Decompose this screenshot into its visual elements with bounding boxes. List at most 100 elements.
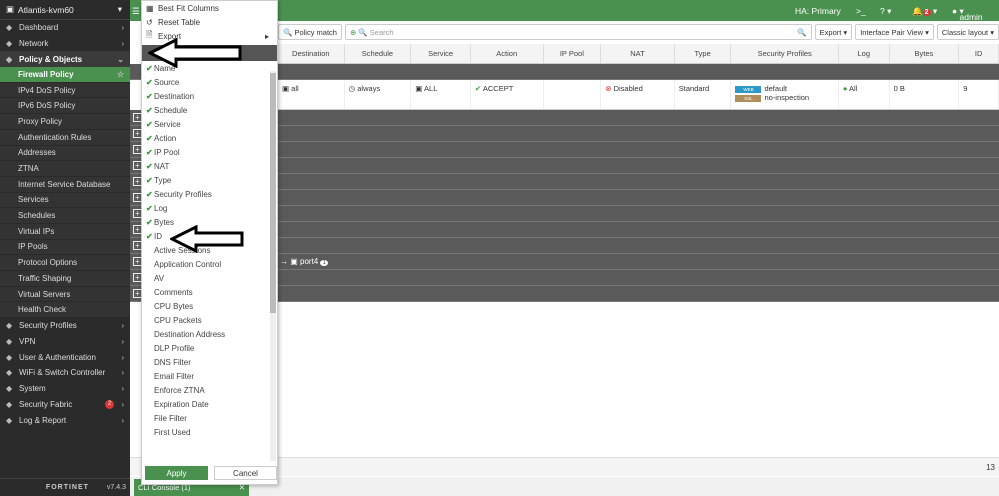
apply-button[interactable]: Apply xyxy=(145,466,208,480)
sidebar-item-ztna[interactable]: ZTNA xyxy=(0,161,130,177)
search-input[interactable]: ⊕ 🔍 Search 🔍 xyxy=(344,24,812,40)
cancel-button[interactable]: Cancel xyxy=(214,466,277,480)
sidebar-item-health-check[interactable]: Health Check xyxy=(0,302,130,319)
sidebar-item-label: Addresses xyxy=(18,148,56,158)
view-select[interactable]: Interface Pair View ▾ xyxy=(855,24,934,40)
sidebar-item-policy-objects[interactable]: ◆ Policy & Objects ⌄ xyxy=(0,51,130,68)
check-icon: ✔ xyxy=(146,231,153,241)
column-option[interactable]: Expiration Date xyxy=(142,397,277,411)
cell-service: ▣ ALL xyxy=(411,80,471,109)
add-filter-icon[interactable]: ⊕ xyxy=(350,28,356,37)
column-option[interactable]: AV xyxy=(142,271,277,285)
menu-item-reset-table[interactable]: ↺ Reset Table xyxy=(142,15,277,29)
cell-action: ✔ ACCEPT xyxy=(471,80,544,109)
sidebar-item-label: User & Authentication xyxy=(19,352,96,362)
column-header[interactable]: Type xyxy=(675,44,732,63)
column-option[interactable]: ✔ Security Profiles xyxy=(142,187,277,201)
column-header[interactable]: ID xyxy=(959,44,999,63)
column-option[interactable]: ✔ NAT xyxy=(142,159,277,173)
search-icon[interactable]: 🔍 xyxy=(797,28,806,37)
column-header[interactable]: Service xyxy=(411,44,471,63)
sidebar-item-vpn[interactable]: ◆ VPN › xyxy=(0,334,130,350)
column-header[interactable]: Security Profiles xyxy=(731,44,839,63)
column-option[interactable]: ✔ Action xyxy=(142,131,277,145)
sidebar-item-virtual-servers[interactable]: Virtual Servers xyxy=(0,286,130,303)
sidebar-item-internet-service-database[interactable]: Internet Service Database xyxy=(0,176,130,193)
column-option[interactable]: ✔ IP Pool xyxy=(142,145,277,159)
column-header[interactable]: NAT xyxy=(601,44,675,63)
sidebar-item-label: VPN xyxy=(19,337,36,347)
column-option[interactable]: ✔ Source xyxy=(142,75,277,89)
column-option[interactable]: Enforce ZTNA xyxy=(142,383,277,397)
sidebar-item-schedules[interactable]: Schedules xyxy=(0,208,130,224)
cell-type: Standard xyxy=(675,80,732,109)
menu-item-best-fit-columns[interactable]: ▦ Best Fit Columns xyxy=(142,1,277,15)
sidebar-item-traffic-shaping[interactable]: Traffic Shaping xyxy=(0,271,130,287)
sidebar-item-user-authentication[interactable]: ◆ User & Authentication › xyxy=(0,349,130,365)
column-header[interactable]: Destination xyxy=(278,44,345,63)
sidebar-item-proxy-policy[interactable]: Proxy Policy xyxy=(0,114,130,130)
sidebar-item-security-fabric[interactable]: ◆ Security Fabric 2 › xyxy=(0,397,130,413)
column-option[interactable]: Groups xyxy=(142,439,277,441)
help-icon[interactable]: ? ▾ xyxy=(880,6,891,17)
ha-status: HA: Primary xyxy=(795,6,841,16)
sidebar-item-ip-pools[interactable]: IP Pools xyxy=(0,239,130,256)
column-header[interactable]: Log xyxy=(839,44,890,63)
chevron-right-icon: › xyxy=(121,352,124,362)
column-option[interactable]: ✔ Type xyxy=(142,173,277,187)
star-icon[interactable]: ☆ xyxy=(117,70,124,79)
table-row[interactable]: ▣ all ◷ always ▣ ALL ✔ ACCEPT ⊗ Disabled… xyxy=(278,80,999,110)
cli-icon[interactable]: >_ xyxy=(856,6,866,16)
version: v7.4.3 xyxy=(106,484,126,491)
sidebar-item-firewall-policy[interactable]: Firewall Policy ☆ xyxy=(0,67,130,83)
column-option[interactable]: File Filter xyxy=(142,411,277,425)
sidebar-item-ipv4-dos-policy[interactable]: IPv4 DoS Policy xyxy=(0,82,130,99)
column-option[interactable]: DNS Filter xyxy=(142,355,277,369)
gear-icon[interactable]: ⚙ xyxy=(130,47,139,58)
chevron-right-icon: › xyxy=(121,368,124,378)
scrollbar[interactable] xyxy=(270,71,276,461)
report-icon: ◆ xyxy=(6,415,13,425)
column-option[interactable]: DLP Profile xyxy=(142,341,277,355)
port-label: → ▣ port4 1 xyxy=(280,257,328,266)
export-button[interactable]: Export ▾ xyxy=(814,24,853,40)
layout-select[interactable]: Classic layout ▾ xyxy=(936,24,999,40)
sidebar-item-protocol-options[interactable]: Protocol Options xyxy=(0,255,130,271)
column-option[interactable]: CPU Packets xyxy=(142,313,277,327)
column-option[interactable]: CPU Bytes xyxy=(142,299,277,313)
column-option[interactable]: ✔ Service xyxy=(142,117,277,131)
sidebar-item-ipv6-dos-policy[interactable]: IPv6 DoS Policy xyxy=(0,98,130,115)
column-option[interactable]: Comments xyxy=(142,285,277,299)
column-option[interactable]: Destination Address xyxy=(142,327,277,341)
column-option[interactable]: Email Filter xyxy=(142,369,277,383)
column-header[interactable]: Action xyxy=(471,44,544,63)
sidebar-item-label: Virtual IPs xyxy=(18,226,55,236)
sidebar-item-security-profiles[interactable]: ◆ Security Profiles › xyxy=(0,318,130,334)
user-menu[interactable]: ● admin ▾ xyxy=(952,6,983,22)
sidebar-item-network[interactable]: ◆ Network › xyxy=(0,36,130,52)
column-header[interactable]: Schedule xyxy=(345,44,412,63)
sidebar-item-dashboard[interactable]: ◆ Dashboard › xyxy=(0,20,130,36)
column-header[interactable]: Bytes xyxy=(890,44,960,63)
fortinet-logo: FORTINET xyxy=(45,484,89,491)
menu-icon[interactable]: ☰ xyxy=(132,6,140,17)
sidebar-item-authentication-rules[interactable]: Authentication Rules xyxy=(0,129,130,146)
sidebar-item-system[interactable]: ◆ System › xyxy=(0,381,130,397)
arrow-annotation xyxy=(148,38,242,68)
sidebar-item-services[interactable]: Services xyxy=(0,192,130,209)
column-option[interactable]: ✔ Destination xyxy=(142,89,277,103)
reset-icon: ↺ xyxy=(146,17,153,27)
column-option[interactable]: Application Control xyxy=(142,257,277,271)
sidebar-item-log-report[interactable]: ◆ Log & Report › xyxy=(0,412,130,428)
sidebar-item-wifi-switch-controller[interactable]: ◆ WiFi & Switch Controller › xyxy=(0,365,130,381)
sidebar-item-addresses[interactable]: Addresses xyxy=(0,145,130,162)
column-option[interactable]: ✔ Schedule xyxy=(142,103,277,117)
column-option[interactable]: First Used xyxy=(142,425,277,439)
column-header[interactable]: IP Pool xyxy=(544,44,602,63)
policy-match-button[interactable]: 🔍 Policy match xyxy=(278,24,342,40)
device-selector[interactable]: ▣ Atlantis-kvm60 ▾ xyxy=(0,0,130,20)
bell-icon[interactable]: 🔔 2 ▾ xyxy=(912,6,937,17)
notification-badge: 2 xyxy=(105,399,114,409)
sidebar-item-virtual-ips[interactable]: Virtual IPs xyxy=(0,223,130,240)
column-option[interactable]: ✔ Log xyxy=(142,201,277,215)
